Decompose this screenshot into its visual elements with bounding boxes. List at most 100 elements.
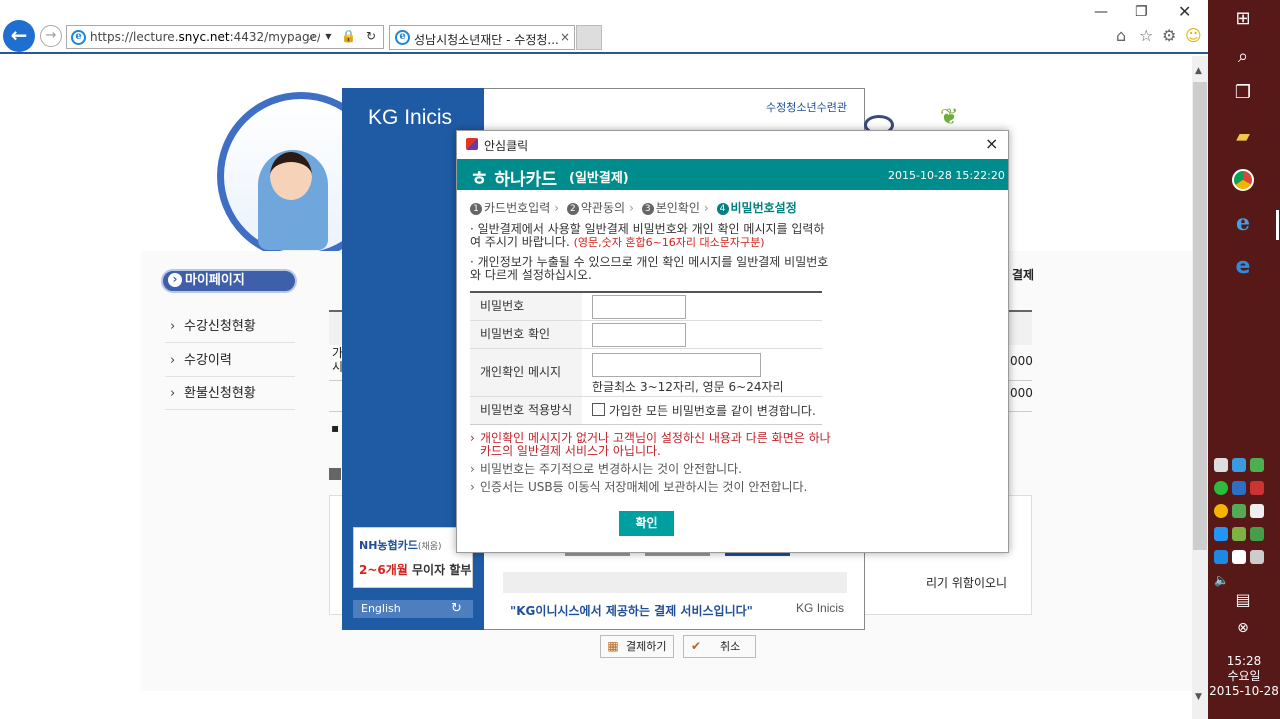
new-tab-button[interactable]: [576, 25, 602, 50]
app-icon[interactable]: [1232, 481, 1246, 495]
home-icon[interactable]: ⌂: [1116, 26, 1126, 45]
bg-row-amount: 000: [1010, 354, 1033, 368]
chrome-icon[interactable]: [1228, 165, 1258, 195]
back-button[interactable]: ←: [3, 20, 35, 52]
cancel-button[interactable]: ✔ 취소: [683, 635, 756, 658]
notice-security-warning: · 개인정보가 누출될 수 있으므로 개인 확인 메시지를 일반결제 비밀번호와…: [470, 255, 829, 282]
sidebar-item-refund-status[interactable]: 환불신청현황: [165, 377, 295, 410]
shield-icon[interactable]: [1232, 458, 1246, 472]
url-text: https://lecture.snyc.net:4432/mypage/pay…: [90, 30, 320, 44]
grid-icon: ▦: [607, 639, 619, 653]
step-label: 본인확인: [655, 201, 700, 215]
pay-button[interactable]: ▦ 결제하기: [600, 635, 674, 658]
internet-explorer-icon[interactable]: e: [1228, 208, 1258, 238]
restore-icon[interactable]: ❐: [1135, 4, 1148, 20]
browser-tab[interactable]: e 성남시청소년재단 - 수정청... ×: [389, 25, 575, 50]
network-icon[interactable]: [1250, 550, 1264, 564]
edge-icon[interactable]: e: [1228, 252, 1258, 282]
favorites-star-icon[interactable]: ☆: [1139, 26, 1153, 45]
hana-card-logo: ㅎ 하나카드: [470, 166, 557, 190]
bg-row-amount: 000: [1010, 386, 1033, 400]
inicis-logo: KG Inicis: [368, 106, 453, 129]
close-window-icon[interactable]: ✕: [1178, 2, 1191, 21]
address-bar[interactable]: e https://lecture.snyc.net:4432/mypage/p…: [66, 25, 384, 49]
clock-time: 15:28: [1226, 654, 1262, 668]
apply-all-checkbox[interactable]: [592, 403, 605, 416]
address-tools[interactable]: ⌕ ▾ 🔒 ↻: [309, 29, 379, 44]
app-icon[interactable]: [1250, 527, 1264, 541]
note-change-password: 비밀번호는 주기적으로 변경하시는 것이 안전합니다.: [470, 463, 831, 477]
status-icon[interactable]: [1214, 481, 1228, 495]
personal-message-input[interactable]: [592, 353, 761, 377]
step-number: 3: [641, 203, 654, 215]
dialog-title: 안심클릭: [484, 139, 529, 153]
search-icon[interactable]: ⌕: [1228, 42, 1258, 72]
forward-button[interactable]: →: [40, 25, 62, 47]
bg-header-pay: 결제: [1012, 268, 1035, 282]
bg-arrow-icon: [329, 468, 341, 480]
chevron-right-icon: ›: [629, 201, 634, 215]
chrome-tray-icon[interactable]: [1214, 504, 1228, 518]
active-app-indicator: [1276, 210, 1279, 240]
dialog-close-icon[interactable]: ×: [985, 134, 998, 153]
cloud-icon[interactable]: [1250, 504, 1264, 518]
recycle-icon[interactable]: [1232, 504, 1246, 518]
apply-all-checkbox-label[interactable]: 가입한 모든 비밀번호를 같이 변경합니다.: [609, 402, 816, 419]
step-number: 2: [566, 203, 579, 215]
notice-input-instructions: · 일반결제에서 사용할 일반결제 비밀번호와 개인 확인 메시지를 입력하여 …: [470, 222, 825, 250]
step-indicator: 1 카드번호입력 › 2 약관동의 › 3 본인확인 › 4 비밀번호설정: [470, 199, 797, 216]
sidebar-item-enrollment-status[interactable]: 수강신청현황: [165, 310, 295, 343]
hero-person-head: [270, 152, 312, 200]
note-phishing-warning: 개인확인 메시지가 없거나 고객님이 설정하신 내용과 다른 화면은 하나카드의…: [470, 432, 831, 458]
step-label-active: 비밀번호설정: [730, 201, 797, 215]
taskbar-clock[interactable]: 15:28 수요일 2015-10-28: [1208, 654, 1280, 699]
refresh-icon[interactable]: ↻: [451, 601, 462, 616]
system-tray: 🔈: [1212, 455, 1278, 587]
app-icon[interactable]: [1214, 527, 1228, 541]
windows-start-icon[interactable]: ⊞: [1228, 4, 1258, 34]
scroll-down-icon[interactable]: ▼: [1195, 692, 1202, 702]
inicis-footer-text: "KG이니시스에서 제공하는 결제 서비스입니다": [510, 604, 753, 618]
confirm-button[interactable]: 확인: [619, 511, 674, 536]
v3-icon[interactable]: [1250, 458, 1264, 472]
inicis-footer-logo: KG Inicis: [796, 601, 845, 615]
ie-icon: e: [395, 30, 410, 45]
sidebar-item-history[interactable]: 수강이력: [165, 344, 295, 377]
settings-gear-icon[interactable]: ⚙: [1162, 26, 1176, 45]
scrollbar-thumb[interactable]: [1193, 82, 1207, 550]
bluetooth-icon[interactable]: [1214, 550, 1228, 564]
personal-message-hint: 한글최소 3~12자리, 영문 6~24자리: [592, 380, 784, 394]
nh-card-promo: 2~6개월 무이자 할부: [359, 563, 472, 577]
file-explorer-icon[interactable]: ▰: [1228, 122, 1258, 152]
chat-icon[interactable]: [1214, 458, 1228, 472]
chevron-right-icon: ›: [554, 201, 560, 215]
task-view-icon[interactable]: ❐: [1228, 78, 1258, 108]
nvidia-icon[interactable]: [1232, 527, 1246, 541]
nh-card-ad-banner[interactable]: NH농협카드(채움) 2~6개월 무이자 할부: [353, 527, 473, 588]
ie-icon: e: [71, 30, 86, 45]
password-confirm-input[interactable]: [592, 323, 686, 347]
nh-card-brand: NH농협카드(채움): [359, 539, 442, 552]
clock-date: 2015-10-28: [1209, 684, 1279, 698]
step-label: 카드번호입력: [484, 201, 551, 215]
payment-type: (일반결제): [569, 171, 629, 186]
header-datetime: 2015-10-28 15:22:20: [888, 169, 1005, 182]
tab-title: 성남시청소년재단 - 수정청...: [414, 33, 559, 47]
step-label: 약관동의: [580, 201, 626, 215]
battery-icon[interactable]: [1232, 550, 1246, 564]
close-circle-icon[interactable]: ⊗: [1228, 613, 1258, 643]
scroll-up-icon[interactable]: ▲: [1195, 66, 1202, 76]
tab-close-icon[interactable]: ×: [560, 30, 570, 44]
hana-logo-icon: ㅎ: [470, 166, 489, 190]
bg-lower-text: 리기 위함이오니: [926, 576, 1008, 590]
clock-weekday: 수요일: [1227, 669, 1261, 683]
step-number: 1: [470, 203, 482, 215]
minimize-icon[interactable]: —: [1094, 4, 1108, 20]
app-icon[interactable]: [1250, 481, 1264, 495]
password-input[interactable]: [592, 295, 686, 319]
volume-icon[interactable]: 🔈: [1214, 573, 1229, 587]
smiley-feedback-icon[interactable]: ☺: [1185, 26, 1202, 45]
bg-bullet: ▪: [331, 421, 340, 435]
mypage-title: 마이페이지: [161, 269, 297, 293]
action-center-icon[interactable]: ▤: [1228, 585, 1258, 615]
